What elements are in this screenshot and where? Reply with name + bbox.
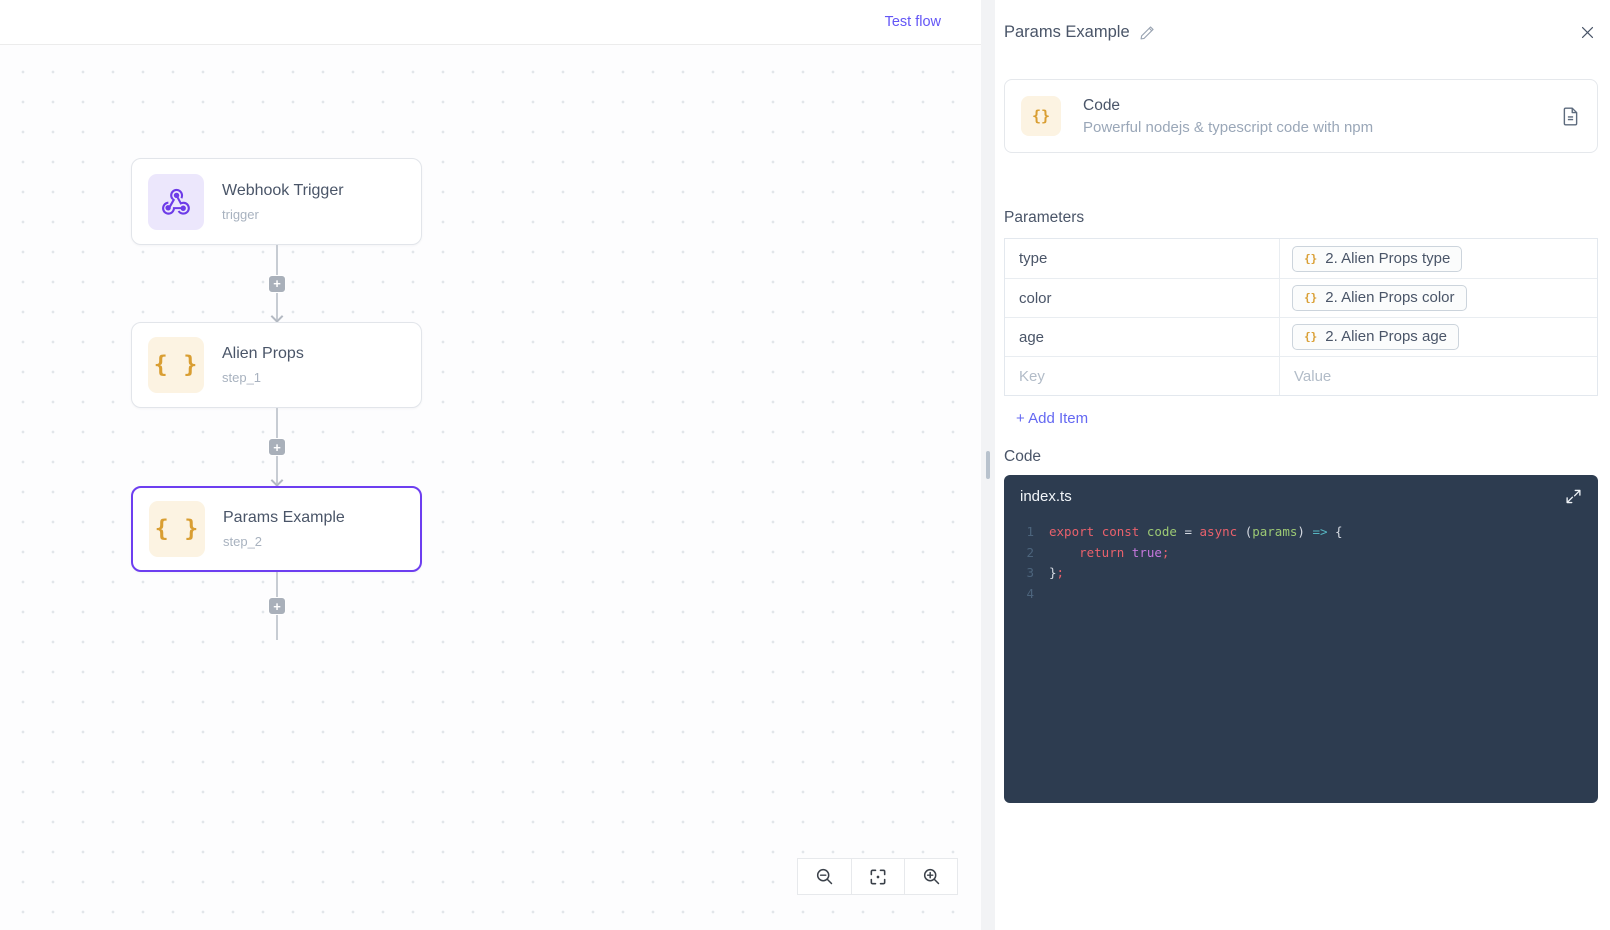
braces-icon: {} xyxy=(1021,96,1061,136)
panel-title: Params Example xyxy=(1004,23,1130,41)
webhook-icon xyxy=(148,173,204,230)
braces-icon: { } xyxy=(149,501,205,557)
panel-resize-divider xyxy=(981,0,995,930)
param-value-cell-empty[interactable] xyxy=(1279,356,1597,395)
node-text: Webhook Trigger trigger xyxy=(222,182,344,222)
node-subtitle: step_1 xyxy=(222,370,262,385)
app-root: Test flow Webhook Trigger trigger + {} … xyxy=(0,0,1610,930)
braces-icon: { } xyxy=(148,337,204,393)
panel-resize-handle[interactable] xyxy=(986,451,990,479)
node-text: Params Example step_2 xyxy=(223,509,345,549)
node-subtitle: trigger xyxy=(222,206,259,222)
code-heading: Code xyxy=(1004,448,1042,465)
param-key-cell[interactable] xyxy=(1005,239,1279,278)
zoom-in-button[interactable] xyxy=(904,859,957,894)
param-value-cell[interactable]: {} 2. Alien Props age xyxy=(1279,317,1597,356)
zoom-out-button[interactable] xyxy=(798,859,851,894)
node-webhook-trigger[interactable]: Webhook Trigger trigger xyxy=(131,158,422,245)
node-subtitle: step_2 xyxy=(223,534,263,549)
param-value-input[interactable] xyxy=(1280,357,1597,395)
close-icon[interactable] xyxy=(1577,22,1598,43)
fit-view-button[interactable] xyxy=(851,859,904,894)
param-key-cell[interactable] xyxy=(1005,317,1279,356)
chip-label: 2. Alien Props color xyxy=(1325,289,1455,306)
chip-label: 2. Alien Props type xyxy=(1325,249,1451,267)
parameters-heading: Parameters xyxy=(1004,209,1085,226)
add-step-button[interactable]: + xyxy=(268,438,286,456)
prop-reference-chip[interactable]: {} 2. Alien Props age xyxy=(1292,324,1460,350)
chip-label: 2. Alien Props age xyxy=(1325,328,1448,345)
zoom-in-icon xyxy=(921,866,942,887)
param-value-cell[interactable]: {} 2. Alien Props type xyxy=(1279,239,1597,278)
flow-canvas-column: Test flow Webhook Trigger trigger + {} … xyxy=(0,0,981,930)
braces-icon: {} xyxy=(1304,291,1318,304)
node-params-example[interactable]: { } Params Example step_2 xyxy=(131,486,422,572)
code-filename: index.ts xyxy=(1020,488,1072,505)
code-editor[interactable]: index.ts 1 export const code = async (par… xyxy=(1004,475,1598,803)
braces-icon: {} xyxy=(1304,330,1318,343)
node-alien-props[interactable]: { } Alien Props step_1 xyxy=(131,322,422,408)
add-step-button[interactable]: + xyxy=(268,597,286,615)
param-value-cell[interactable]: {} 2. Alien Props color xyxy=(1279,278,1597,317)
test-flow-button[interactable]: Test flow xyxy=(885,14,941,30)
parameters-table: {} 2. Alien Props type {} 2. Alien Props… xyxy=(1004,238,1598,396)
prop-reference-chip[interactable]: {} 2. Alien Props color xyxy=(1292,285,1467,311)
braces-icon: {} xyxy=(1304,251,1318,265)
card-title: Code xyxy=(1083,96,1121,114)
card-text: Code Powerful nodejs & typescript code w… xyxy=(1083,97,1373,136)
node-text: Alien Props step_1 xyxy=(222,345,304,385)
node-title: Alien Props xyxy=(222,345,304,362)
connector: + xyxy=(267,245,287,323)
connector: + xyxy=(267,572,287,640)
connector: + xyxy=(267,408,287,487)
arrow-down-icon xyxy=(270,310,284,323)
flow-canvas[interactable]: Webhook Trigger trigger + { } Alien Prop… xyxy=(0,45,981,930)
fit-view-icon xyxy=(868,867,888,887)
param-key-input[interactable] xyxy=(1005,318,1279,356)
prop-reference-chip[interactable]: {} 2. Alien Props type xyxy=(1292,245,1463,272)
zoom-controls xyxy=(797,858,958,895)
param-key-input[interactable] xyxy=(1005,357,1279,395)
param-key-input[interactable] xyxy=(1005,239,1279,278)
zoom-out-icon xyxy=(814,866,835,887)
docs-file-icon[interactable] xyxy=(1560,106,1581,127)
step-type-card: {} Code Powerful nodejs & typescript cod… xyxy=(1004,79,1598,153)
node-title: Params Example xyxy=(223,509,345,526)
arrow-down-icon xyxy=(270,474,284,487)
card-subtitle: Powerful nodejs & typescript code with n… xyxy=(1083,118,1374,136)
canvas-topbar: Test flow xyxy=(0,0,981,45)
editor-header: index.ts xyxy=(1004,475,1598,514)
add-item-button[interactable]: + Add Item xyxy=(1004,410,1088,427)
node-title: Webhook Trigger xyxy=(222,181,344,199)
param-key-input[interactable] xyxy=(1005,279,1279,317)
param-key-cell[interactable] xyxy=(1005,278,1279,317)
step-detail-panel: Params Example {} Code Powerful nodejs &… xyxy=(995,0,1610,930)
add-step-button[interactable]: + xyxy=(268,274,286,293)
edit-pencil-icon[interactable] xyxy=(1139,24,1156,41)
param-key-cell-empty[interactable] xyxy=(1005,356,1279,395)
expand-icon[interactable] xyxy=(1565,488,1582,505)
panel-header: Params Example xyxy=(1004,0,1598,43)
code-lines[interactable]: 1 export const code = async (params) => {… xyxy=(1004,514,1598,604)
